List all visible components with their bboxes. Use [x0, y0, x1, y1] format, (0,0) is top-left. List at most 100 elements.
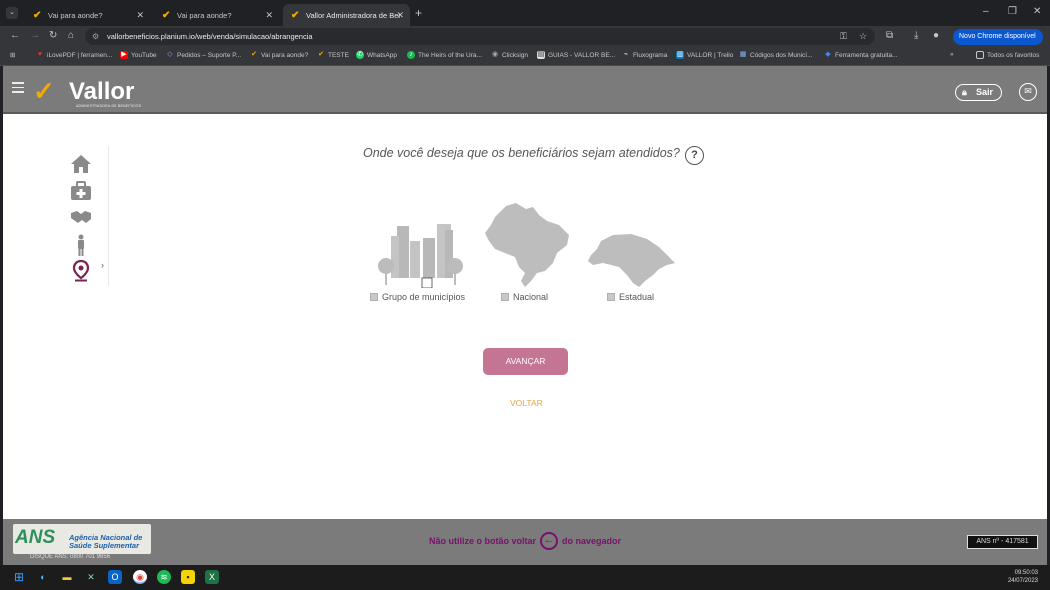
vallor-logo[interactable]: ✓ Vallor ADMINISTRADORA DE BENEFÍCIOS	[33, 76, 148, 110]
clock-date: 24/07/2023	[1007, 578, 1038, 584]
location-pin-icon[interactable]	[70, 259, 92, 282]
window-close-icon[interactable]: ✕	[1033, 6, 1041, 17]
warning-text-before: Não utilize o botão voltar	[429, 536, 537, 546]
outlook-icon[interactable]: O	[108, 570, 122, 584]
vallor-favicon-icon: ✔	[33, 9, 42, 21]
home-icon[interactable]	[70, 154, 92, 176]
option-grupo-municipios[interactable]: Grupo de municípios	[370, 292, 465, 302]
excel-icon[interactable]: X	[205, 570, 219, 584]
sticky-notes-icon[interactable]: ▪	[181, 570, 195, 584]
bookmark-ferramenta[interactable]: ◆ Ferramenta gratuita...	[824, 51, 897, 59]
system-clock[interactable]: 09:50:03 24/07/2023	[998, 569, 1038, 585]
close-icon[interactable]: ✕	[136, 10, 144, 21]
back-link[interactable]: VOLTAR	[510, 398, 543, 408]
url-text: vallorbeneficios.planium.io/web/venda/si…	[107, 32, 313, 41]
reload-icon[interactable]: ↻	[49, 30, 57, 41]
minimize-icon[interactable]: –	[983, 6, 989, 17]
app-x-icon[interactable]: ✕	[84, 570, 98, 584]
profile-avatar[interactable]: ●	[933, 30, 939, 41]
close-icon[interactable]: ✕	[265, 10, 273, 21]
extensions-icon[interactable]: ⧉	[886, 30, 893, 41]
clock-time: 09:50:03	[1014, 570, 1038, 576]
bookmark-youtube[interactable]: ▶ YouTube	[120, 51, 157, 59]
bookmark-label: Vai para aonde?	[261, 51, 309, 59]
download-icon[interactable]: ⤓	[914, 30, 918, 41]
logout-label: Sair	[976, 87, 994, 97]
apps-grid-icon[interactable]: ⊞	[10, 51, 15, 59]
new-tab-icon[interactable]: +	[415, 6, 422, 20]
more-bookmarks-icon[interactable]: »	[950, 51, 954, 58]
edge-icon[interactable]: ◐	[36, 570, 50, 584]
bookmark-star-icon[interactable]: ☆	[859, 28, 867, 45]
bookmark-fluxograma[interactable]: ⌁ Fluxograma	[622, 51, 667, 59]
close-icon[interactable]: ✕	[396, 10, 404, 21]
help-icon[interactable]: ?	[685, 146, 704, 165]
bookmark-label: YouTube	[131, 51, 157, 59]
chevron-right-icon: ›	[101, 260, 104, 270]
chrome-update-button[interactable]: Novo Chrome disponível ⋮	[953, 29, 1043, 56]
diamond-icon: ◇	[167, 51, 173, 58]
bookmark-guias[interactable]: ▤ GUIAS - VALLOR BE...	[537, 51, 615, 59]
spotify-icon[interactable]: ≋	[157, 570, 171, 584]
brazil-map-illustration[interactable]	[481, 201, 571, 291]
bookmark-label: Clicksign	[502, 51, 529, 59]
browser-tab-3-active[interactable]: ✔ Vallor Administradora de Benef ✕	[283, 4, 410, 26]
site-info-icon[interactable]: ⚙	[92, 28, 99, 45]
next-button[interactable]: AVANÇAR	[483, 348, 568, 375]
bookmark-heirs[interactable]: ♪ The Heirs of the Ura...	[407, 51, 482, 59]
tab-title: Vallor Administradora de Benef	[306, 10, 401, 20]
checkbox[interactable]	[501, 293, 509, 301]
option-estadual[interactable]: Estadual	[607, 292, 654, 302]
address-bar[interactable]: ⚙ vallorbeneficios.planium.io/web/venda/…	[85, 28, 875, 45]
youtube-icon: ▶	[120, 51, 128, 59]
browser-toolbar: ← → ↻ ⌂ ⚙ vallorbeneficios.planium.io/we…	[0, 26, 1050, 56]
handshake-icon[interactable]	[70, 207, 92, 229]
vallor-favicon-icon: ✔	[291, 9, 300, 21]
restore-icon[interactable]: ❐	[1008, 6, 1017, 17]
logout-button[interactable]: 🔒︎ Sair	[955, 84, 1002, 101]
bookmark-label: GUIAS - VALLOR BE...	[548, 51, 616, 59]
back-icon[interactable]: ←	[10, 30, 20, 41]
all-bookmarks-folder[interactable]: Todos os favoritos	[976, 51, 1039, 59]
flowchart-icon: ⌁	[623, 51, 629, 58]
bookmark-label: The Heirs of the Ura...	[418, 51, 482, 59]
ans-logo[interactable]: ANS Agência Nacional de Saúde Suplementa…	[13, 524, 151, 554]
vallor-check-logo-icon: ✓	[33, 76, 55, 106]
browser-tab-2[interactable]: ✔ Vai para aonde? ✕	[154, 4, 279, 26]
folder-icon	[976, 51, 984, 59]
bookmark-teste[interactable]: ✔ TESTE	[317, 51, 349, 59]
site-footer: ANS Agência Nacional de Saúde Suplementa…	[3, 519, 1047, 565]
checkbox[interactable]	[607, 293, 615, 301]
browser-tab-1[interactable]: ✔ Vai para aonde? ✕	[25, 4, 150, 26]
bookmark-trello[interactable]: ▥ VALLOR | Trello	[676, 51, 733, 59]
windows-start-icon[interactable]: ⊞	[12, 570, 26, 584]
whatsapp-icon: ✆	[356, 51, 364, 59]
bookmark-codigos[interactable]: ▦ Códigos dos Municí...	[739, 51, 813, 59]
ans-registration: ANS nº - 417581	[967, 535, 1038, 549]
home-browser-icon[interactable]: ⌂	[68, 30, 74, 41]
hamburger-menu-icon[interactable]	[12, 82, 24, 96]
password-key-icon[interactable]: ⚿	[840, 28, 847, 45]
chrome-icon[interactable]: ◉	[133, 570, 147, 584]
ans-name-line2: Saúde Suplementar	[69, 541, 140, 550]
checkbox[interactable]	[370, 293, 378, 301]
bookmark-whatsapp[interactable]: ✆ WhatsApp	[356, 51, 397, 59]
tab-search-button[interactable]: ⌄	[6, 7, 18, 19]
spotify-icon: ♪	[407, 51, 415, 59]
person-icon[interactable]	[70, 234, 92, 256]
bookmark-label: VALLOR | Trello	[687, 51, 734, 59]
web-page: ✓ Vallor ADMINISTRADORA DE BENEFÍCIOS 🔒︎…	[3, 66, 1047, 519]
forward-icon[interactable]: →	[30, 30, 40, 41]
bookmark-vai-para-aonde[interactable]: ✔ Vai para aonde?	[250, 51, 308, 59]
file-explorer-icon[interactable]: ▬	[60, 570, 74, 584]
state-map-illustration[interactable]	[587, 231, 677, 291]
bookmark-ilovepdf[interactable]: ♥ iLovePDF | ferramen...	[36, 51, 112, 59]
city-group-illustration[interactable]	[375, 216, 465, 288]
option-nacional[interactable]: Nacional	[501, 292, 548, 302]
bookmark-pedidos[interactable]: ◇ Pedidos – Suporte P...	[166, 51, 241, 59]
clicksign-icon: ◉	[491, 51, 499, 58]
mail-icon[interactable]: ✉	[1019, 83, 1037, 101]
medical-kit-icon[interactable]	[70, 181, 92, 203]
bookmark-label: TESTE	[328, 51, 349, 59]
bookmark-clicksign[interactable]: ◉ Clicksign	[491, 51, 528, 59]
